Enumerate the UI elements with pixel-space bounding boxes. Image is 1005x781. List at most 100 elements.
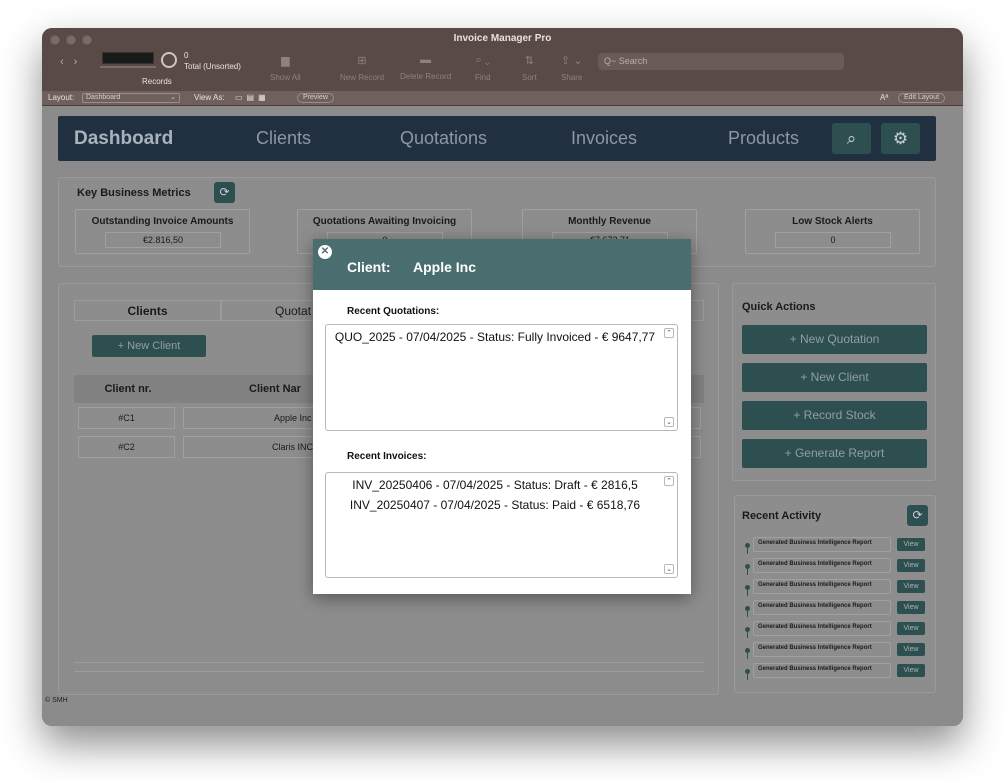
recent-activity-panel: Recent Activity ⟳ Generated Business Int…: [734, 495, 936, 693]
record-number-field[interactable]: [102, 52, 154, 64]
view-button[interactable]: View: [897, 622, 925, 635]
metric-value: 0: [775, 232, 891, 248]
record-slider[interactable]: [100, 66, 156, 68]
timeline-line: [747, 547, 748, 554]
new-record-icon: ⊞: [357, 55, 367, 67]
search-input[interactable]: Q~ Search: [598, 53, 844, 70]
layout-label: Layout:: [48, 93, 75, 102]
view-button[interactable]: View: [897, 580, 925, 593]
dialog-title-label: Client:: [347, 259, 391, 275]
activity-item: Generated Business Intelligence Report Vi…: [743, 663, 929, 680]
share-button[interactable]: ⇪ ⌄ Share: [561, 54, 583, 82]
scroll-up-button[interactable]: ⌃: [664, 328, 674, 338]
view-button[interactable]: View: [897, 538, 925, 551]
activity-text: Generated Business Intelligence Report: [753, 621, 891, 636]
chevron-down-icon: ⌄: [170, 94, 176, 101]
text-format-icon[interactable]: Aª: [880, 93, 888, 102]
metric-card: Low Stock Alerts 0: [745, 209, 920, 254]
dialog-client-name: Apple Inc: [413, 259, 477, 275]
view-button[interactable]: View: [897, 643, 925, 656]
activity-text: Generated Business Intelligence Report: [753, 537, 891, 552]
delete-record-icon: ▬: [420, 54, 432, 66]
tab-clients[interactable]: Clients: [74, 300, 221, 321]
timeline-line: [747, 673, 748, 680]
timeline-line: [747, 631, 748, 638]
footer-copyright: © SMH: [45, 697, 68, 704]
record-total: Total (Unsorted): [184, 62, 241, 71]
view-button[interactable]: View: [897, 559, 925, 572]
recent-invoices-list[interactable]: INV_20250406 - 07/04/2025 - Status: Draf…: [325, 472, 678, 578]
find-button[interactable]: ⌕ ⌄ Find: [475, 54, 491, 82]
new-record-button[interactable]: ⊞ New Record: [340, 54, 384, 82]
horizontal-scrollbar[interactable]: [74, 662, 704, 672]
find-icon: ⌕ ⌄: [475, 54, 490, 66]
timeline-line: [747, 589, 748, 596]
generate-report-button[interactable]: + Generate Report: [742, 439, 927, 468]
client-nr-cell[interactable]: #C1: [78, 407, 175, 429]
search-icon: ⌕: [846, 129, 857, 148]
quick-new-client-button[interactable]: + New Client: [742, 363, 927, 392]
close-dialog-button[interactable]: ✕: [318, 245, 332, 259]
view-button[interactable]: View: [897, 601, 925, 614]
search-button[interactable]: ⌕: [832, 123, 871, 154]
list-item[interactable]: INV_20250406 - 07/04/2025 - Status: Draf…: [326, 478, 664, 492]
gear-icon: ⚙: [892, 129, 909, 148]
metric-label: Quotations Awaiting Invoicing: [312, 216, 457, 227]
layout-bar: Layout: Dashboard ⌄ View As: ▭▤▦ Preview …: [42, 91, 963, 106]
record-nav-arrows[interactable]: ‹›: [60, 56, 87, 68]
activity-item: Generated Business Intelligence Report Vi…: [743, 600, 929, 617]
new-client-button[interactable]: + New Client: [92, 335, 206, 357]
list-item[interactable]: QUO_2025 - 07/04/2025 - Status: Fully In…: [326, 330, 664, 344]
dialog-header: ✕ Client: Apple Inc: [313, 239, 691, 290]
nav-quotations[interactable]: Quotations: [400, 128, 487, 149]
scroll-down-button[interactable]: ⌄: [664, 564, 674, 574]
scroll-up-button[interactable]: ⌃: [664, 476, 674, 486]
refresh-icon: ⟳: [219, 185, 230, 199]
metric-value: €2.816,50: [105, 232, 221, 248]
activity-text: Generated Business Intelligence Report: [753, 579, 891, 594]
preview-button[interactable]: Preview: [297, 93, 334, 103]
view-mode-icons[interactable]: ▭▤▦: [235, 93, 270, 102]
window-title: Invoice Manager Pro: [453, 33, 552, 44]
delete-record-button[interactable]: ▬ Delete Record: [400, 54, 451, 81]
activity-item: Generated Business Intelligence Report Vi…: [743, 558, 929, 575]
metric-card: Outstanding Invoice Amounts €2.816,50: [75, 209, 250, 254]
edit-layout-button[interactable]: Edit Layout: [898, 93, 946, 103]
nav-products[interactable]: Products: [728, 128, 799, 149]
show-all-icon: ▆: [281, 55, 290, 67]
column-client-nr[interactable]: Client nr.: [74, 375, 182, 403]
metrics-title: Key Business Metrics: [77, 187, 191, 199]
sort-button[interactable]: ⇅ Sort: [522, 54, 537, 82]
activity-item: Generated Business Intelligence Report Vi…: [743, 642, 929, 659]
timeline-line: [747, 610, 748, 617]
show-all-button[interactable]: ▆ Show All: [270, 54, 301, 82]
settings-button[interactable]: ⚙: [881, 123, 920, 154]
view-button[interactable]: View: [897, 664, 925, 677]
layout-select[interactable]: Dashboard ⌄: [82, 93, 180, 103]
nav-dashboard[interactable]: Dashboard: [74, 128, 173, 150]
new-quotation-button[interactable]: + New Quotation: [742, 325, 927, 354]
client-nr-cell[interactable]: #C2: [78, 436, 175, 458]
list-item[interactable]: INV_20250407 - 07/04/2025 - Status: Paid…: [326, 498, 664, 512]
nav-clients[interactable]: Clients: [256, 128, 311, 149]
activity-item: Generated Business Intelligence Report Vi…: [743, 537, 929, 554]
share-icon: ⇪ ⌄: [561, 55, 583, 67]
quick-actions-panel: Quick Actions + New Quotation + New Clie…: [732, 283, 936, 481]
recent-quotations-label: Recent Quotations:: [347, 306, 440, 317]
activity-text: Generated Business Intelligence Report: [753, 558, 891, 573]
record-stock-button[interactable]: + Record Stock: [742, 401, 927, 430]
record-pie-icon: [161, 52, 177, 68]
activity-refresh-button[interactable]: ⟳: [907, 505, 928, 526]
client-detail-dialog: ✕ Client: Apple Inc Recent Quotations: Q…: [313, 239, 691, 594]
timeline-line: [747, 568, 748, 575]
recent-quotations-list[interactable]: QUO_2025 - 07/04/2025 - Status: Fully In…: [325, 324, 678, 431]
refresh-icon: ⟳: [912, 508, 923, 522]
metrics-refresh-button[interactable]: ⟳: [214, 182, 235, 203]
activity-text: Generated Business Intelligence Report: [753, 663, 891, 678]
nav-invoices[interactable]: Invoices: [571, 128, 637, 149]
metric-label: Monthly Revenue: [568, 216, 651, 227]
close-icon: ✕: [320, 246, 330, 257]
record-count: 0: [184, 51, 189, 60]
recent-activity-title: Recent Activity: [742, 510, 822, 522]
scroll-down-button[interactable]: ⌄: [664, 417, 674, 427]
